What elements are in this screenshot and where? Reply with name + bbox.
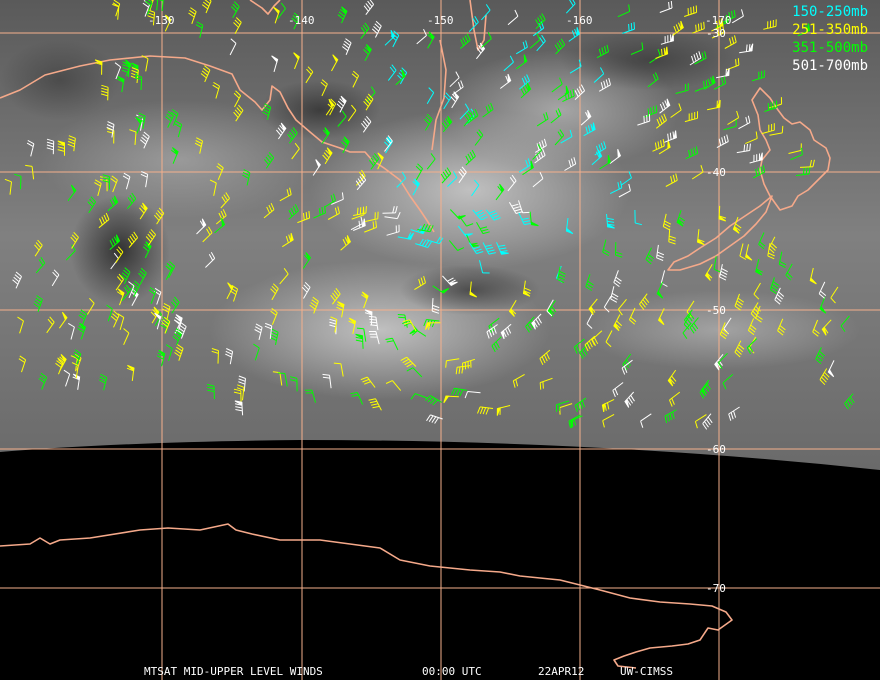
lon-label-140: -140 — [288, 14, 315, 27]
lat-label-40: -40 — [706, 166, 726, 179]
caption-date: 22APR12 — [538, 665, 585, 678]
product-caption: MTSAT MID-UPPER LEVEL WINDS 00:00 UTC 22… — [0, 665, 880, 679]
caption-time: 00:00 UTC — [422, 665, 482, 678]
lon-label-150: -150 — [427, 14, 454, 27]
lon-label-170: -170 — [705, 14, 732, 27]
legend-150-250mb: 150-250mb — [792, 4, 868, 20]
satellite-wind-map: -130 -140 -150 -160 -170 -30 -40 -50 -60… — [0, 0, 880, 680]
caption-product: MTSAT MID-UPPER LEVEL WINDS — [144, 665, 323, 678]
lat-label-30: -30 — [706, 27, 726, 40]
legend-501-700mb: 501-700mb — [792, 58, 868, 74]
map-canvas: -130 -140 -150 -160 -170 -30 -40 -50 -60… — [0, 0, 880, 680]
lat-label-60: -60 — [706, 443, 726, 456]
lat-label-50: -50 — [706, 304, 726, 317]
caption-source: UW-CIMSS — [620, 665, 673, 678]
pressure-level-legend: 150-250mb 251-350mb 351-500mb 501-700mb — [792, 3, 868, 75]
legend-251-350mb: 251-350mb — [792, 22, 868, 38]
lat-label-70: -70 — [706, 582, 726, 595]
legend-351-500mb: 351-500mb — [792, 40, 868, 56]
lon-label-160: -160 — [566, 14, 593, 27]
lon-label-130: -130 — [148, 14, 175, 27]
